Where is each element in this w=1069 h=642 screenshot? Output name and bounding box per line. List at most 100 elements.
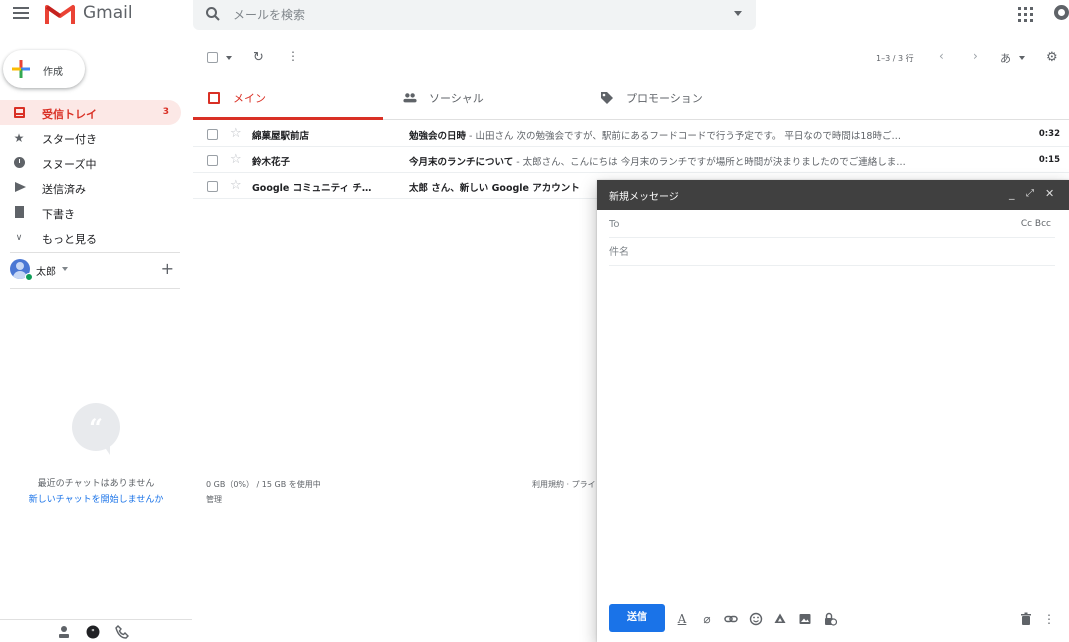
storage-usage: 0 GB（0%） / 15 GB を使用中 — [206, 480, 321, 489]
tab-label: プロモーション — [626, 92, 703, 105]
app-name: Gmail — [83, 3, 133, 23]
refresh-icon[interactable]: ↻ — [253, 50, 264, 65]
chevron-left-icon[interactable]: ‹ — [939, 49, 944, 63]
email-subject: 今月末のランチについて — [409, 157, 514, 168]
compose-label: 作成 — [43, 67, 63, 78]
star-icon[interactable]: ☆ — [230, 178, 242, 193]
send-button[interactable]: 送信 — [609, 604, 665, 632]
gmail-logo[interactable] — [45, 3, 75, 25]
manage-storage-link[interactable]: 管理 — [206, 494, 222, 505]
row-checkbox[interactable] — [207, 155, 218, 166]
sidebar-item-label: 受信トレイ — [42, 108, 97, 121]
subject-field[interactable] — [609, 238, 989, 266]
drive-icon[interactable] — [773, 612, 787, 626]
input-tools-button[interactable]: あ — [1000, 50, 1011, 66]
email-sender: 綿菓屋駅前店 — [252, 131, 310, 142]
apps-icon[interactable] — [1018, 7, 1033, 22]
cc-bcc-link[interactable]: Cc Bcc — [1021, 219, 1051, 229]
email-time: 0:15 — [1038, 155, 1060, 165]
sidebar-item-label: もっと見る — [42, 233, 97, 246]
sidebar-item-drafts[interactable]: 下書き — [0, 200, 181, 225]
menu-icon[interactable] — [13, 7, 29, 21]
sidebar-item-sent[interactable]: 送信済み — [0, 175, 181, 200]
sidebar-item-snoozed[interactable]: スヌーズ中 — [0, 150, 181, 175]
to-field[interactable] — [609, 210, 989, 238]
fullscreen-icon[interactable]: ⤢ — [1026, 188, 1034, 199]
email-subject: 太郎 さん、新しい Google アカウント — [409, 183, 580, 194]
format-text-icon[interactable]: A — [675, 612, 689, 626]
email-snippet: - 山田さん 次の勉強会ですが、駅前にあるフードコードで行う予定です。 平日なの… — [466, 131, 901, 142]
terms-link[interactable]: 利用規約 · プライバシー — [532, 479, 596, 490]
sidebar-item-more[interactable]: ∨ もっと見る — [0, 225, 181, 250]
page-range: 1–3 / 3 行 — [876, 54, 914, 63]
compose-button[interactable]: 作成 — [3, 50, 85, 88]
phone-icon[interactable] — [115, 625, 129, 639]
add-icon[interactable]: + — [161, 259, 174, 278]
compose-title: 新規メッセージ — [609, 192, 679, 203]
sidebar-nav: 受信トレイ 3 ★ スター付き スヌーズ中 送信済み 下書き ∨ もっと見る — [0, 100, 181, 250]
online-status-icon — [25, 273, 33, 281]
category-tabs: メイン ソーシャル プロモーション — [193, 80, 1069, 120]
start-chat-link[interactable]: 新しいチャットを開始しませんか — [0, 492, 192, 505]
minimize-icon[interactable]: _ — [1009, 187, 1015, 200]
tab-promotions[interactable]: プロモーション — [586, 80, 776, 120]
tab-primary[interactable]: メイン — [193, 80, 383, 120]
table-row[interactable]: ☆ 鈴木花子 今月末のランチについて - 太郎さん、こんにちは 今月末のランチで… — [193, 147, 1069, 173]
search-bar — [193, 0, 756, 30]
star-icon[interactable]: ☆ — [230, 152, 242, 167]
chevron-down-icon[interactable] — [226, 56, 232, 60]
top-bar: Gmail — [0, 0, 1069, 30]
sidebar-item-inbox[interactable]: 受信トレイ 3 — [0, 100, 181, 125]
email-sender: Google コミュニティ チ… — [252, 183, 372, 194]
email-time: 0:32 — [1038, 129, 1060, 139]
chat-user[interactable]: 太郎 + — [10, 258, 180, 282]
email-subject-line: 太郎 さん、新しい Google アカウント — [409, 180, 580, 194]
sidebar-item-starred[interactable]: ★ スター付き — [0, 125, 181, 150]
more-vert-icon[interactable]: ⋮ — [287, 49, 299, 63]
sidebar-item-label: 送信済み — [42, 183, 86, 196]
table-row[interactable]: ☆ 綿菓屋駅前店 勉強会の日時 - 山田さん 次の勉強会ですが、駅前にあるフード… — [193, 121, 1069, 147]
more-options-icon[interactable]: ⋮ — [1042, 612, 1056, 626]
account-icon[interactable] — [1054, 5, 1069, 20]
svg-text:": " — [91, 628, 95, 637]
link-icon[interactable] — [724, 612, 738, 626]
unread-count: 3 — [162, 107, 169, 117]
tab-social[interactable]: ソーシャル — [389, 80, 579, 120]
send-icon — [15, 182, 26, 192]
quote-icon: “ — [89, 413, 103, 442]
email-snippet: - 太郎さん、こんにちは 今月末のランチですが場所と時間が決まりましたのでご連絡… — [513, 157, 906, 168]
chevron-down-icon[interactable] — [1019, 56, 1025, 60]
attach-icon[interactable]: ⌀ — [700, 612, 714, 626]
search-input[interactable] — [233, 0, 713, 30]
chevron-down-icon: ∨ — [15, 233, 23, 243]
email-subject-line: 勉強会の日時 - 山田さん 次の勉強会ですが、駅前にあるフードコードで行う予定で… — [409, 128, 901, 142]
hangouts-icon[interactable]: " — [86, 625, 100, 639]
email-subject: 勉強会の日時 — [409, 131, 467, 142]
row-checkbox[interactable] — [207, 129, 218, 140]
trash-icon[interactable] — [1019, 612, 1033, 626]
tab-label: ソーシャル — [429, 92, 484, 105]
inbox-icon — [208, 92, 220, 104]
photo-icon[interactable] — [798, 612, 812, 626]
person-icon[interactable] — [57, 625, 71, 639]
draft-icon — [15, 206, 24, 218]
chat-empty-text: 最近のチャットはありません — [37, 479, 155, 489]
chevron-down-icon[interactable] — [62, 267, 68, 271]
select-all-checkbox[interactable] — [207, 52, 218, 63]
gear-icon[interactable]: ⚙ — [1046, 50, 1058, 65]
email-subject-line: 今月末のランチについて - 太郎さん、こんにちは 今月末のランチですが場所と時間… — [409, 154, 906, 168]
compose-window: 新規メッセージ _ ⤢ ✕ Cc Bcc 送信 A ⌀ ⋮ — [597, 180, 1069, 642]
close-icon[interactable]: ✕ — [1045, 187, 1054, 200]
tab-label: メイン — [233, 92, 266, 105]
message-body[interactable] — [609, 270, 1055, 590]
user-name: 太郎 — [36, 267, 56, 278]
chevron-right-icon[interactable]: › — [973, 49, 978, 63]
search-icon[interactable] — [205, 6, 221, 22]
emoji-icon[interactable] — [749, 612, 763, 626]
row-checkbox[interactable] — [207, 181, 218, 192]
confidential-icon[interactable] — [823, 612, 837, 626]
compose-header[interactable]: 新規メッセージ _ ⤢ ✕ — [597, 180, 1069, 210]
search-options-icon[interactable] — [734, 11, 742, 16]
star-icon[interactable]: ☆ — [230, 126, 242, 141]
divider — [10, 288, 180, 289]
